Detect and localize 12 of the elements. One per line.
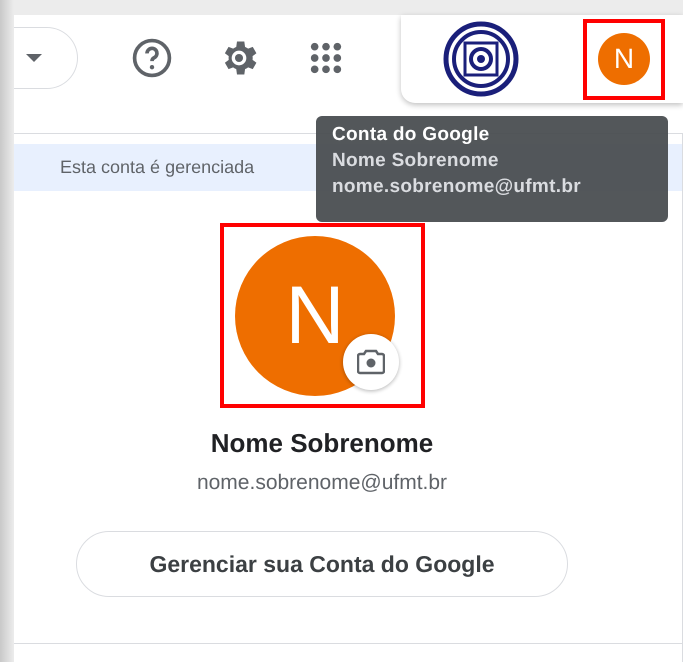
camera-icon (356, 349, 384, 375)
banner-text: Esta conta é gerenciada (60, 157, 254, 178)
tooltip-title: Conta do Google (332, 124, 491, 146)
profile-name: Nome Sobrenome (210, 428, 434, 459)
profile-email: nome.sobrenome@ufmt.br (196, 471, 448, 495)
apps-grid-icon (309, 41, 343, 75)
caret-icon (26, 54, 42, 62)
manage-account-button[interactable]: Gerenciar sua Conta do Google (76, 531, 568, 597)
profile-avatar: N (235, 236, 395, 396)
help-icon (130, 36, 174, 80)
tooltip-email: nome.sobrenome@ufmt.br (332, 176, 582, 198)
tooltip-name: Nome Sobrenome (332, 150, 500, 172)
